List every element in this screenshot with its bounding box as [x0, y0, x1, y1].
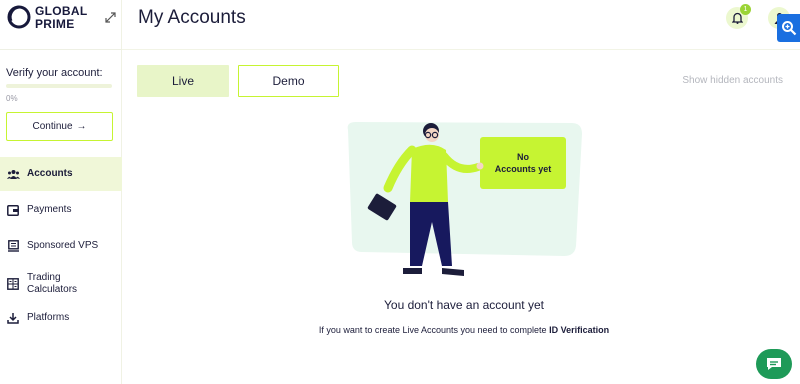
sidebar-item-label: Accounts [27, 168, 73, 179]
chat-icon [767, 358, 781, 370]
download-icon [6, 311, 20, 325]
no-accounts-board-text: No Accounts yet [480, 137, 566, 189]
continue-button[interactable]: Continue → [6, 112, 113, 141]
sidebar-item-sponsored-vps[interactable]: Sponsored VPS [0, 229, 122, 263]
empty-state-subtitle: If you want to create Live Accounts you … [0, 325, 800, 335]
collapse-icon[interactable] [105, 12, 116, 23]
show-hidden-accounts-link[interactable]: Show hidden accounts [682, 75, 783, 86]
logo-mark-icon [7, 5, 31, 29]
verify-account-label: Verify your account: [6, 67, 103, 79]
sidebar-item-label: Platforms [27, 312, 70, 323]
magnifier-plus-icon [781, 21, 796, 36]
sidebar-item-label: Sponsored VPS [27, 240, 99, 251]
wallet-icon [6, 203, 20, 217]
verify-progress-bar [6, 84, 112, 88]
page-title: My Accounts [138, 7, 246, 28]
calculator-icon [6, 277, 20, 291]
empty-state-title: You don't have an account yet [384, 298, 544, 312]
zoom-button[interactable] [777, 14, 800, 42]
server-icon [6, 239, 20, 253]
sidebar-item-label: Payments [27, 204, 72, 215]
verify-progress-text: 0% [6, 94, 18, 103]
notification-count-badge: 1 [740, 4, 751, 15]
logo-text: GLOBAL PRIME [35, 5, 87, 31]
sidebar-item-payments[interactable]: Payments [0, 193, 122, 227]
tab-demo[interactable]: Demo [238, 65, 339, 97]
logo-line-2: PRIME [35, 17, 75, 31]
accounts-icon [6, 167, 20, 181]
arrow-right-icon: → [76, 121, 87, 132]
tab-live[interactable]: Live [137, 65, 229, 97]
board-line-1: No [516, 152, 529, 162]
board-line-2: Accounts yet [494, 164, 552, 174]
sidebar-divider [0, 49, 122, 50]
sidebar-item-label: Trading Calculators [27, 272, 78, 295]
continue-button-label: Continue [32, 121, 73, 132]
chat-support-button[interactable] [756, 349, 792, 379]
empty-state-subtitle-text: If you want to create Live Accounts you … [318, 325, 547, 335]
id-verification-link[interactable]: ID Verification [549, 325, 609, 335]
sidebar-item-accounts[interactable]: Accounts [0, 157, 122, 191]
header-divider [122, 49, 800, 50]
global-prime-logo[interactable]: GLOBAL PRIME [7, 5, 117, 33]
bell-icon [731, 12, 743, 24]
